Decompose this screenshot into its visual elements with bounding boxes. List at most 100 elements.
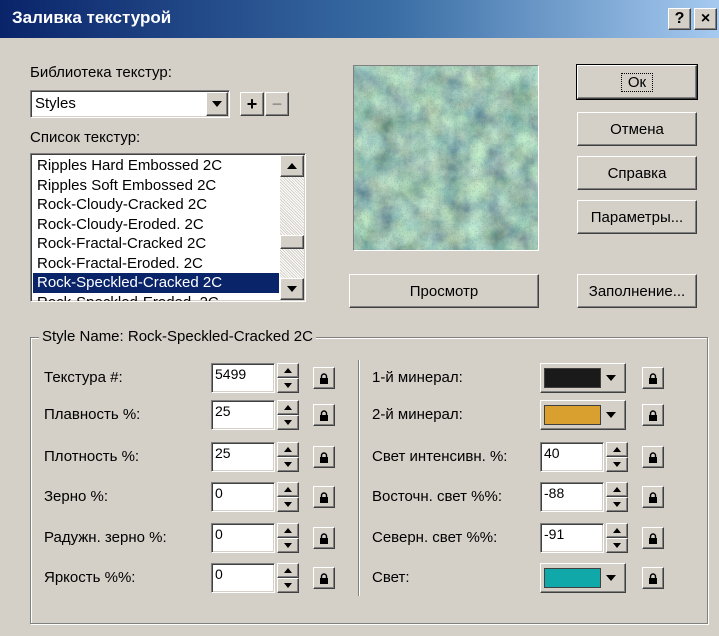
param-spinner-input[interactable]: 0: [211, 482, 275, 512]
param-label: Северн. свет %%:: [372, 529, 498, 546]
param-label: Свет интенсивн. %:: [372, 448, 508, 465]
param-spinner-down[interactable]: [277, 497, 299, 512]
texture-listbox[interactable]: Ripples Hard Embossed 2C Ripples Soft Emb…: [30, 153, 306, 302]
param-lock-button[interactable]: [313, 367, 335, 389]
param-lock-button[interactable]: [642, 367, 664, 389]
param-lock-button[interactable]: [313, 404, 335, 426]
param-label: Текстура #:: [44, 369, 123, 386]
texture-list-item[interactable]: Rock-Fractal-Eroded. 2C: [33, 254, 279, 274]
param-spinner: 0: [211, 563, 299, 593]
param-spinner-down[interactable]: [606, 538, 628, 553]
add-library-button[interactable]: +: [240, 92, 264, 116]
param-spinner-input[interactable]: -88: [540, 482, 604, 512]
param-spinner-input[interactable]: 40: [540, 442, 604, 472]
param-spinner-up[interactable]: [277, 563, 299, 578]
param-spinner-up[interactable]: [606, 442, 628, 457]
texture-list-item[interactable]: Rock-Cloudy-Cracked 2C: [33, 195, 279, 215]
texture-list-item[interactable]: Rock-Fractal-Cracked 2C: [33, 234, 279, 254]
texture-list-item[interactable]: Rock-Speckled-Cracked 2C: [33, 273, 279, 293]
param-lock-button[interactable]: [313, 446, 335, 468]
param-lock-button[interactable]: [642, 404, 664, 426]
param-spinner-input[interactable]: -91: [540, 523, 604, 553]
texture-list-item[interactable]: Ripples Hard Embossed 2C: [33, 156, 279, 176]
list-scrollbar[interactable]: [280, 155, 304, 300]
arrow-down-icon: [284, 420, 292, 425]
color-picker[interactable]: [540, 400, 626, 430]
color-dropdown-arrow: [601, 375, 622, 381]
arrow-up-icon: [613, 528, 621, 533]
scroll-up-button[interactable]: [280, 155, 304, 177]
arrow-up-icon: [284, 405, 292, 410]
param-spinner-up[interactable]: [277, 363, 299, 378]
param-spinner: 40: [540, 442, 628, 472]
param-lock-button[interactable]: [642, 567, 664, 589]
param-spinner-input[interactable]: 25: [211, 400, 275, 430]
scroll-thumb[interactable]: [280, 235, 304, 249]
param-spinner: 0: [211, 523, 299, 553]
chevron-down-icon: [287, 286, 297, 292]
close-button[interactable]: ×: [694, 8, 717, 30]
arrow-down-icon: [284, 583, 292, 588]
remove-library-button[interactable]: −: [265, 92, 289, 116]
lock-icon: [320, 372, 328, 384]
color-swatch: [544, 368, 601, 388]
param-lock-button[interactable]: [313, 527, 335, 549]
color-picker[interactable]: [540, 363, 626, 393]
texture-preview: [353, 65, 539, 251]
param-spinner-up[interactable]: [606, 482, 628, 497]
texture-list-item[interactable]: Ripples Soft Embossed 2C: [33, 176, 279, 196]
param-spinner-down[interactable]: [606, 457, 628, 472]
param-lock-button[interactable]: [313, 567, 335, 589]
arrow-down-icon: [284, 462, 292, 467]
param-spinner-up[interactable]: [277, 442, 299, 457]
library-select[interactable]: Styles: [30, 90, 230, 118]
group-divider: [358, 360, 360, 596]
param-spinner-up[interactable]: [277, 482, 299, 497]
param-spinner-down[interactable]: [277, 538, 299, 553]
style-group-title: Style Name: Rock-Speckled-Cracked 2C: [39, 328, 316, 345]
chevron-down-icon: [212, 101, 222, 107]
window-title: Заливка текстурой: [12, 8, 172, 27]
param-spinner-up[interactable]: [606, 523, 628, 538]
param-lock-button[interactable]: [313, 486, 335, 508]
ok-button-label: Ок: [620, 72, 654, 92]
lock-icon: [649, 372, 657, 384]
param-spinner: 25: [211, 400, 299, 430]
color-swatch: [544, 405, 601, 425]
texture-preview-image: [354, 66, 538, 250]
param-spinner-input[interactable]: 5499: [211, 363, 275, 393]
param-lock-button[interactable]: [642, 527, 664, 549]
options-button[interactable]: Параметры...: [577, 200, 697, 234]
cancel-button[interactable]: Отмена: [577, 112, 697, 146]
param-spinner-down[interactable]: [277, 378, 299, 393]
param-lock-button[interactable]: [642, 446, 664, 468]
texture-list-item[interactable]: Rock-Cloudy-Eroded. 2C: [33, 215, 279, 235]
param-spinner-input[interactable]: 0: [211, 523, 275, 553]
param-spinner-input[interactable]: 25: [211, 442, 275, 472]
library-dropdown-button[interactable]: [206, 92, 228, 116]
help-button[interactable]: Справка: [577, 156, 697, 190]
library-select-value: Styles: [35, 95, 76, 112]
param-label: 2-й минерал:: [372, 406, 463, 423]
help-titlebar-button[interactable]: ?: [668, 8, 691, 30]
color-dropdown-arrow: [601, 575, 622, 581]
texture-list-item[interactable]: Rock-Speckled-Eroded. 2C: [33, 293, 279, 302]
param-lock-button[interactable]: [642, 486, 664, 508]
param-spinner-down[interactable]: [277, 578, 299, 593]
param-spinner-down[interactable]: [606, 497, 628, 512]
param-spinner-up[interactable]: [277, 523, 299, 538]
arrow-down-icon: [284, 502, 292, 507]
param-spinner: -91: [540, 523, 628, 553]
param-spinner-down[interactable]: [277, 457, 299, 472]
param-spinner: -88: [540, 482, 628, 512]
fill-button[interactable]: Заполнение...: [577, 274, 697, 308]
scroll-down-button[interactable]: [280, 278, 304, 300]
param-spinner-up[interactable]: [277, 400, 299, 415]
color-picker[interactable]: [540, 563, 626, 593]
ok-button[interactable]: Ок: [576, 64, 698, 100]
arrow-up-icon: [613, 487, 621, 492]
preview-button[interactable]: Просмотр: [349, 274, 539, 308]
param-spinner-down[interactable]: [277, 415, 299, 430]
arrow-down-icon: [613, 543, 621, 548]
param-spinner-input[interactable]: 0: [211, 563, 275, 593]
